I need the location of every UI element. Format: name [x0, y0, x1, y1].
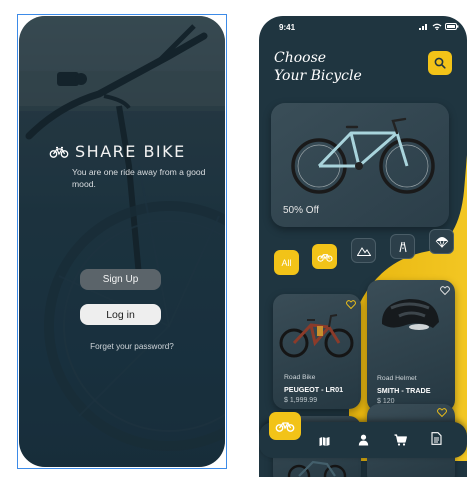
tab-map[interactable] [319, 434, 330, 452]
category-all-label: All [281, 257, 292, 268]
helmet-image [381, 299, 439, 330]
tab-documents[interactable] [431, 432, 442, 450]
road-bike-image [291, 117, 435, 194]
battery-icon [445, 23, 459, 30]
category-mountain[interactable] [351, 238, 376, 263]
search-icon [434, 57, 446, 69]
tab-profile[interactable] [358, 433, 369, 451]
search-button[interactable] [428, 51, 452, 75]
heart-icon[interactable] [440, 286, 450, 295]
forgot-password-link[interactable]: Forget your password? [57, 342, 207, 351]
product-card[interactable]: Road Bike PEUGEOT - LR01 $ 1,999.99 [273, 294, 361, 409]
welcome-screen: SHARE BIKE You are one ride away from a … [19, 16, 225, 467]
status-time: 9:41 [279, 23, 296, 32]
tagline: You are one ride away from a good mood. [72, 167, 206, 189]
product-type: Road Bike [284, 374, 316, 381]
product-name: SMITH - TRADE [377, 386, 431, 395]
product-type: Road Helmet [377, 375, 417, 382]
product-price: $ 1,999.99 [284, 397, 318, 404]
bicycle-icon [316, 253, 333, 262]
category-all[interactable]: All [274, 250, 299, 275]
signal-icon [419, 24, 427, 30]
category-road[interactable] [390, 234, 415, 259]
sign-up-button[interactable]: Sign Up [80, 269, 161, 290]
bike-image [287, 460, 347, 477]
discount-label: 50% Off [283, 205, 319, 216]
status-icons [419, 23, 459, 30]
road-icon [398, 241, 407, 252]
shop-screen: 9:41 Choose Your Bicycle 50% Off All Roa… [259, 16, 467, 477]
parachute-icon [435, 236, 448, 248]
page-title-line2: Your Bicycle [274, 68, 362, 84]
wifi-icon [432, 23, 442, 30]
category-bicycle[interactable] [312, 244, 337, 269]
brand-name: SHARE BIKE [75, 142, 186, 161]
map-icon [319, 437, 330, 446]
mountain-icon [356, 246, 371, 256]
background-bike-photo [19, 16, 225, 467]
brand-logo: SHARE BIKE [49, 142, 186, 161]
heart-icon[interactable] [437, 408, 447, 417]
page-title: Choose Your Bicycle [274, 49, 362, 85]
tab-bikes[interactable] [269, 412, 301, 440]
product-card[interactable]: Road Helmet SMITH - TRADE $ 120 [367, 280, 455, 412]
page-title-line1: Choose [274, 50, 327, 66]
user-icon [358, 434, 369, 446]
featured-bike-card[interactable]: 50% Off [271, 103, 449, 227]
cart-icon [394, 434, 407, 446]
document-icon [431, 432, 442, 445]
log-in-button[interactable]: Log in [80, 304, 161, 325]
mountain-bike-image [279, 314, 354, 358]
category-parachute[interactable] [429, 229, 454, 254]
heart-icon[interactable] [346, 300, 356, 309]
tab-cart[interactable] [394, 433, 407, 451]
product-name: PEUGEOT - LR01 [284, 385, 344, 394]
bicycle-icon [49, 146, 69, 158]
bicycle-icon [275, 422, 295, 432]
